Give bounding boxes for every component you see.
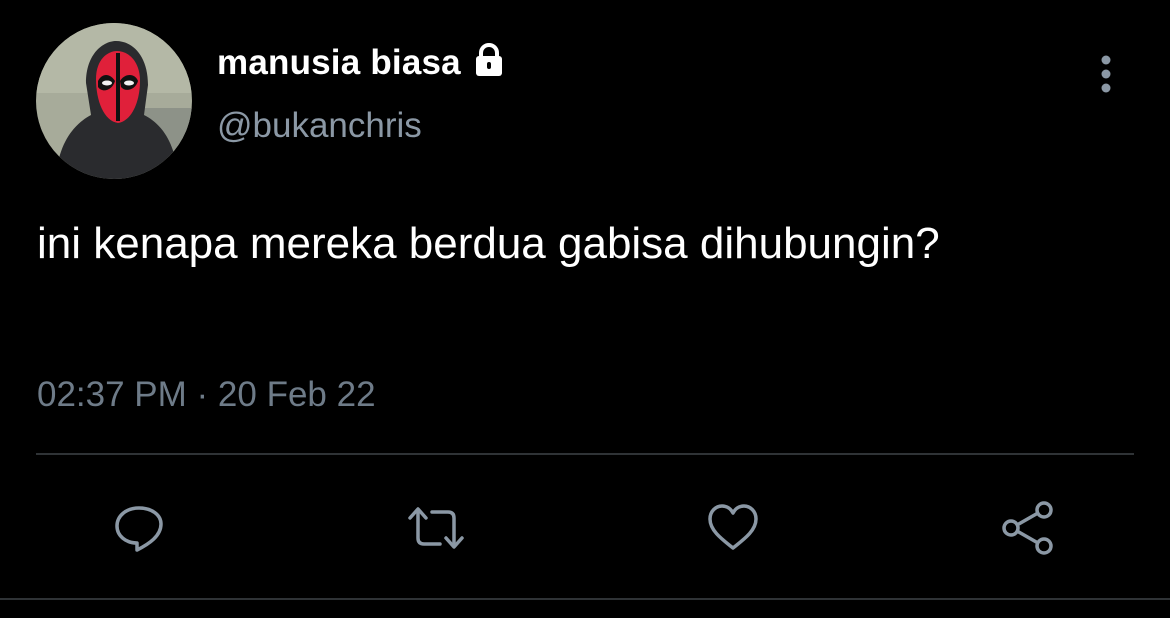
reply-button[interactable] <box>109 498 169 558</box>
divider <box>36 453 1134 455</box>
avatar[interactable] <box>36 23 192 179</box>
more-options-icon[interactable] <box>1090 52 1122 98</box>
masked-person-avatar-icon <box>36 23 192 179</box>
display-name[interactable]: manusia biasa <box>217 43 461 83</box>
tweet-timestamp[interactable]: 02:37 PM · 20 Feb 22 <box>37 375 376 415</box>
reply-icon <box>115 506 163 552</box>
retweet-icon <box>408 507 464 549</box>
author-row: manusia biasa <box>217 40 507 86</box>
share-button[interactable] <box>998 498 1058 558</box>
user-handle[interactable]: @bukanchris <box>217 106 422 146</box>
share-icon <box>1002 501 1053 555</box>
tweet: manusia biasa @bukanchris ini kenapa mer… <box>0 0 1170 618</box>
heart-icon <box>708 504 758 550</box>
bottom-divider <box>0 598 1170 600</box>
retweet-button[interactable] <box>406 498 466 558</box>
tweet-text: ini kenapa mereka berdua gabisa dihubung… <box>37 219 940 268</box>
lock-icon <box>471 42 507 78</box>
like-button[interactable] <box>703 498 763 558</box>
